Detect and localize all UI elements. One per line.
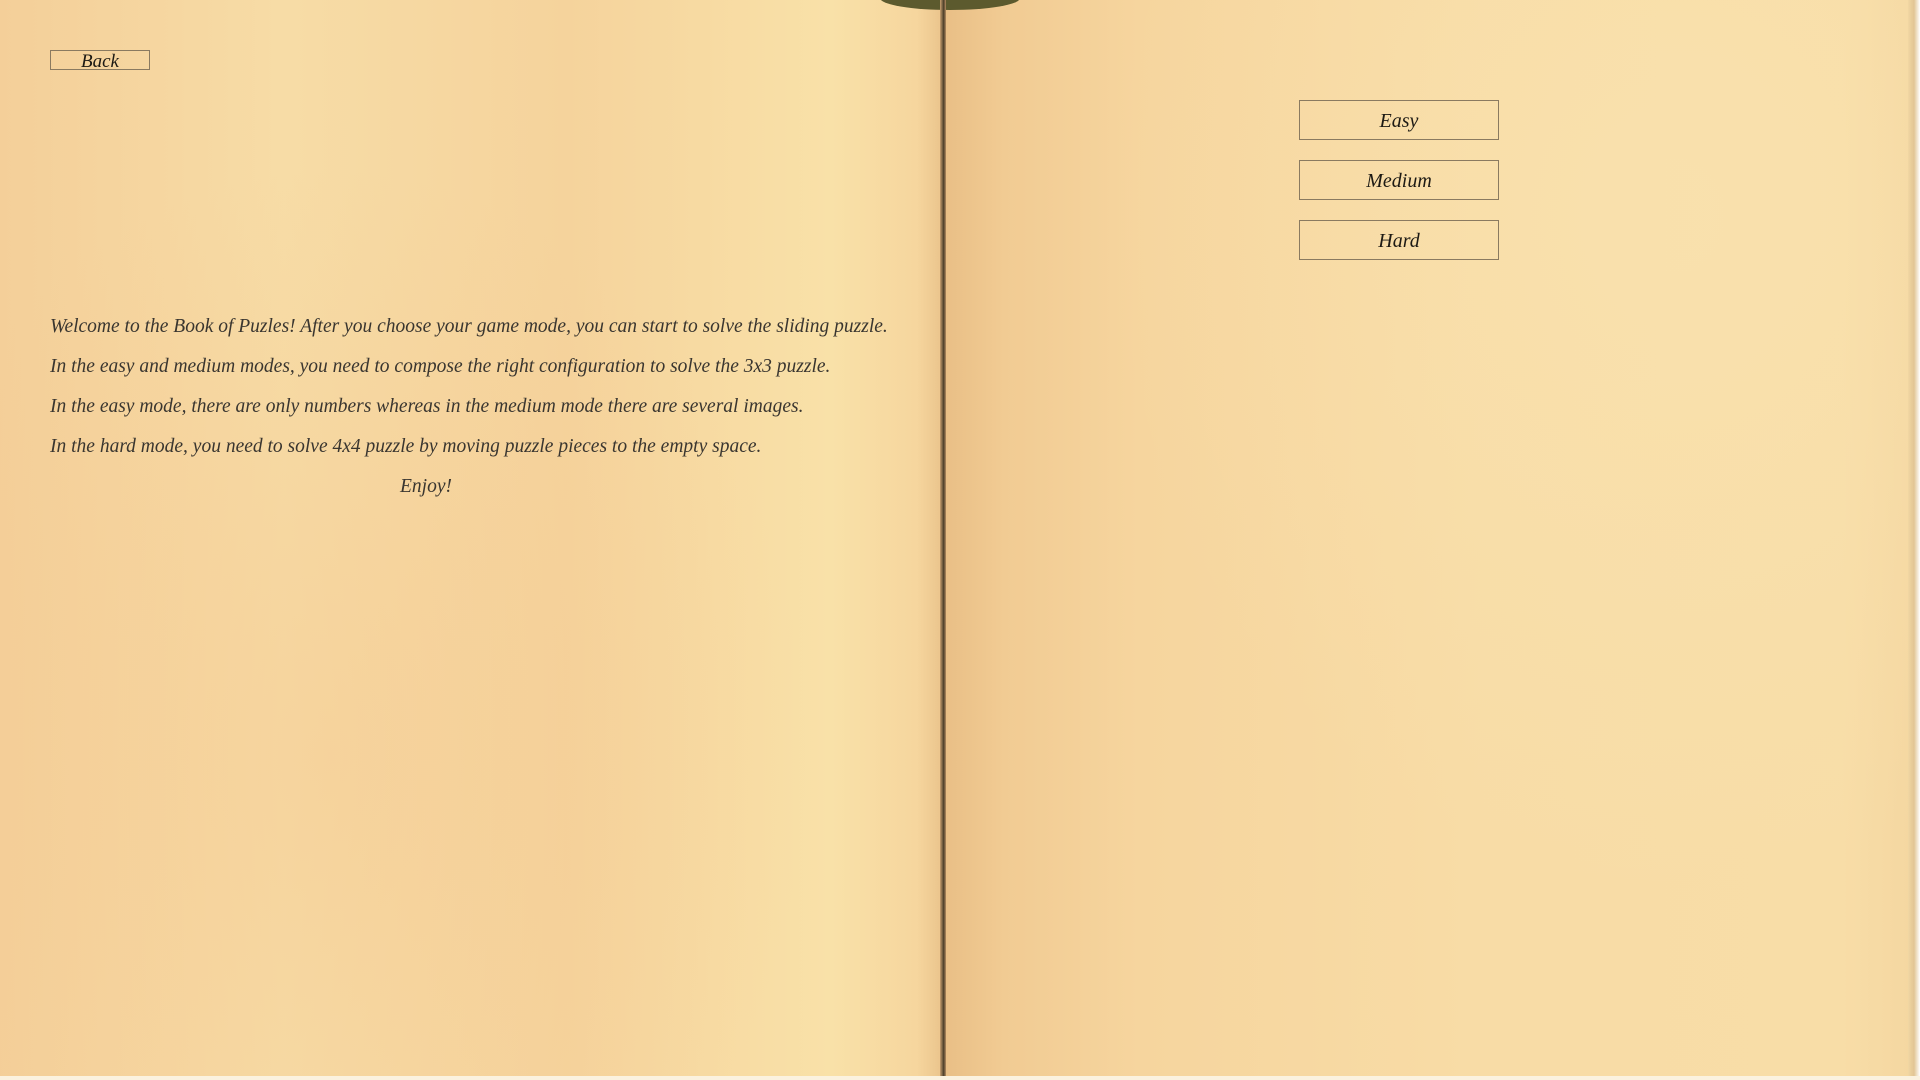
page-edge-bottom xyxy=(0,1076,1920,1080)
intro-text: Welcome to the Book of Puzles! After you… xyxy=(50,311,930,497)
intro-line: In the hard mode, you need to solve 4x4 … xyxy=(50,436,762,457)
intro-line: Welcome to the Book of Puzles! After you… xyxy=(50,316,888,337)
hard-mode-button[interactable]: Hard xyxy=(1299,220,1499,260)
open-book: Back Welcome to the Book of Puzles! Afte… xyxy=(0,0,1920,1080)
medium-mode-button[interactable]: Medium xyxy=(1299,160,1499,200)
intro-line: In the easy and medium modes, you need t… xyxy=(50,356,831,377)
intro-closing: Enjoy! xyxy=(400,476,452,497)
back-button[interactable]: Back xyxy=(50,50,150,72)
page-edge-right xyxy=(1908,0,1920,1080)
left-page xyxy=(0,0,945,1080)
intro-line: In the easy mode, there are only numbers… xyxy=(50,396,804,417)
easy-mode-button[interactable]: Easy xyxy=(1299,100,1499,140)
book-spine xyxy=(940,0,946,1080)
